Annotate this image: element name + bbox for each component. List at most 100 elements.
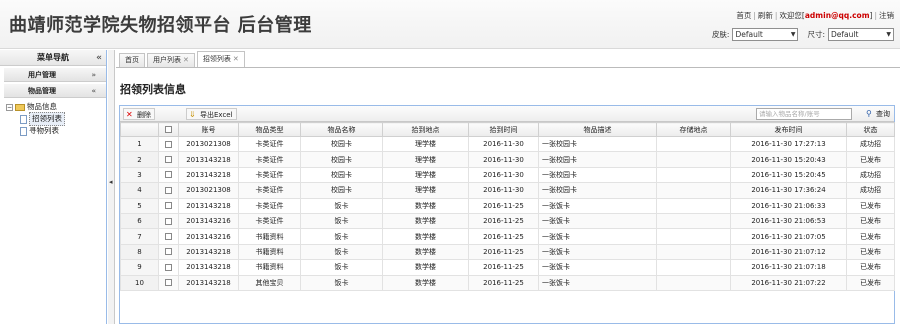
row-checkbox-cell[interactable] (158, 151, 179, 168)
column-header[interactable]: 物品类型 (238, 122, 301, 137)
item-description-cell: 一张校园卡 (538, 135, 657, 153)
skin-select[interactable]: Default ▼ (732, 28, 799, 41)
delete-button[interactable]: ✕ 删除 (123, 108, 155, 120)
item-type-cell: 卡类证件 (238, 135, 301, 153)
close-icon[interactable]: ✕ (233, 55, 239, 63)
export-excel-button[interactable]: ⇓ 导出Excel (186, 108, 237, 120)
row-checkbox-cell[interactable] (158, 135, 179, 153)
row-checkbox-cell[interactable] (158, 212, 179, 230)
table-row[interactable]: 8 2013143218 书籍资料 饭卡 数学楼 2016-11-25 一张饭卡 2016-1… (120, 243, 895, 261)
tree-item-lost-list[interactable]: 寻物列表 (6, 125, 106, 137)
collapse-icon[interactable]: « (96, 50, 102, 66)
item-description-cell: 一张饭卡 (538, 212, 657, 230)
tree-item-found-list[interactable]: 招领列表 (6, 112, 106, 126)
size-label: 尺寸: (807, 30, 825, 39)
row-checkbox[interactable] (165, 233, 172, 241)
select-all-checkbox[interactable] (158, 122, 179, 137)
table-row[interactable]: 5 2013143218 卡类证件 饭卡 数学楼 2016-11-25 一张饭卡 2016-1… (120, 197, 895, 214)
search-button[interactable]: ⚲ 查询 (866, 108, 890, 120)
row-checkbox-cell[interactable] (158, 243, 179, 261)
tab-label: 招领列表 (202, 55, 231, 63)
item-type-cell: 书籍资料 (238, 259, 301, 276)
storage-place-cell (656, 151, 731, 168)
sidebar-splitter[interactable]: ◂ (108, 50, 115, 324)
row-checkbox[interactable] (165, 202, 172, 210)
tab-user-list[interactable]: 用户列表 ✕ (147, 53, 195, 67)
size-select[interactable]: Default ▼ (828, 28, 894, 41)
table-row[interactable]: 3 2013143218 卡类证件 校园卡 理学楼 2016-11-30 一张校园卡 2016… (120, 166, 895, 184)
row-checkbox[interactable] (165, 248, 172, 256)
row-checkbox[interactable] (165, 186, 172, 194)
checkbox[interactable] (165, 126, 172, 133)
tab-home[interactable]: 首页 (119, 53, 145, 67)
column-header[interactable]: 账号 (178, 122, 239, 137)
page-title: 招领列表信息 (120, 83, 186, 96)
item-type-cell: 卡类证件 (238, 182, 301, 199)
column-header[interactable]: 发布时间 (730, 122, 847, 137)
item-description-cell: 一张饭卡 (538, 197, 657, 214)
close-icon[interactable]: ✕ (183, 56, 189, 64)
publish-time-cell: 2016-11-30 21:07:22 (730, 274, 847, 291)
item-description-cell: 一张饭卡 (538, 243, 657, 261)
account-cell: 2013143218 (178, 197, 239, 214)
account-cell: 2013143218 (178, 274, 239, 291)
skin-label: 皮肤: (711, 30, 730, 39)
column-header[interactable]: 物品描述 (538, 122, 657, 137)
row-checkbox[interactable] (165, 263, 172, 271)
grid-toolbar: ✕ 删除 ⇓ 导出Excel 请输入物品名称/账号 ⚲ 查询 (120, 106, 894, 122)
column-header[interactable] (120, 122, 159, 137)
found-place-cell: 数学楼 (382, 259, 469, 276)
table-row[interactable]: 1 2013021308 卡类证件 校园卡 理学楼 2016-11-30 一张校园卡 2016… (120, 135, 895, 153)
column-header[interactable]: 拾到时间 (468, 122, 539, 137)
item-type-cell: 卡类证件 (238, 151, 301, 168)
table-row[interactable]: 2 2013143218 卡类证件 校园卡 理学楼 2016-11-30 一张校园卡 2016… (120, 151, 895, 168)
accordion-item-management[interactable]: 物品管理 « (4, 84, 106, 98)
column-header[interactable]: 物品名称 (300, 122, 383, 137)
table-row[interactable]: 9 2013143218 书籍资料 饭卡 数学楼 2016-11-25 一张饭卡 2016-1… (120, 259, 895, 276)
collapse-toggle-icon[interactable]: − (6, 103, 13, 111)
row-number: 10 (120, 274, 159, 291)
row-checkbox[interactable] (165, 140, 172, 148)
welcome-end: ] (869, 11, 873, 20)
table-row[interactable]: 10 2013143218 其他宝贝 饭卡 数学楼 2016-11-25 一张饭卡 2016-… (120, 274, 895, 291)
column-header[interactable]: 拾到地点 (382, 122, 469, 137)
row-checkbox-cell[interactable] (158, 228, 179, 245)
publish-time-cell: 2016-11-30 17:36:24 (730, 182, 847, 199)
publish-time-cell: 2016-11-30 15:20:43 (730, 151, 847, 168)
row-checkbox[interactable] (165, 279, 172, 287)
chevron-icon: » (91, 71, 96, 79)
item-name-cell: 饭卡 (300, 228, 383, 245)
item-description-cell: 一张饭卡 (538, 274, 657, 291)
item-name-cell: 校园卡 (300, 135, 383, 153)
found-date-cell: 2016-11-25 (468, 197, 539, 214)
row-checkbox[interactable] (165, 156, 172, 164)
account-cell: 2013021308 (178, 135, 239, 153)
row-checkbox-cell[interactable] (158, 182, 179, 199)
accordion-user-management[interactable]: 用户管理 » (4, 68, 106, 82)
storage-place-cell (656, 259, 731, 276)
table-row[interactable]: 4 2013021308 卡类证件 校园卡 理学楼 2016-11-30 一张校园卡 2016… (120, 182, 895, 199)
search-input[interactable]: 请输入物品名称/账号 (756, 108, 852, 120)
collapse-arrow-icon[interactable]: ◂ (109, 178, 113, 186)
tab-found-list[interactable]: 招领列表 ✕ (196, 51, 245, 67)
row-checkbox[interactable] (165, 171, 172, 179)
row-checkbox-cell[interactable] (158, 197, 179, 214)
logout-link[interactable]: 注销 (879, 11, 894, 20)
column-header[interactable]: 状态 (846, 122, 895, 137)
row-checkbox[interactable] (165, 217, 172, 225)
status-cell: 已发布 (846, 228, 895, 245)
publish-time-cell: 2016-11-30 21:06:33 (730, 197, 847, 214)
row-checkbox-cell[interactable] (158, 274, 179, 291)
row-checkbox-cell[interactable] (158, 166, 179, 184)
storage-place-cell (656, 274, 731, 291)
table-row[interactable]: 7 2013143216 书籍资料 饭卡 数学楼 2016-11-25 一张饭卡 2016-1… (120, 228, 895, 245)
item-description-cell: 一张饭卡 (538, 259, 657, 276)
home-link[interactable]: 首页 (736, 11, 751, 20)
column-header[interactable]: 存储地点 (656, 122, 731, 137)
row-checkbox-cell[interactable] (158, 259, 179, 276)
row-number: 4 (120, 182, 159, 199)
user-email: admin@qq.com (804, 11, 870, 20)
item-name-cell: 饭卡 (300, 274, 383, 291)
table-row[interactable]: 6 2013143216 卡类证件 饭卡 数学楼 2016-11-25 一张饭卡 2016-1… (120, 212, 895, 230)
refresh-link[interactable]: 刷新 (758, 11, 773, 20)
